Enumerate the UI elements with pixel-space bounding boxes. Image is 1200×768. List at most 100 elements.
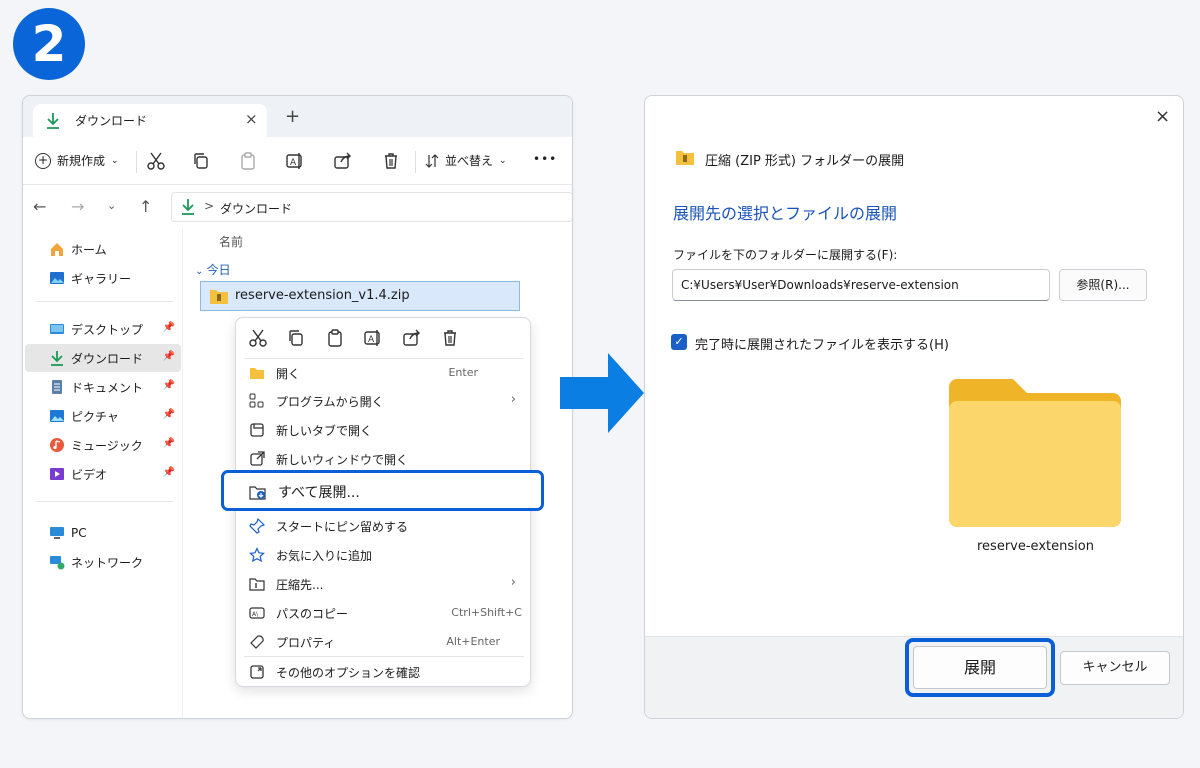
browse-button[interactable]: 参照(R)...: [1059, 269, 1147, 301]
step-number-badge: 2: [13, 8, 85, 80]
sidebar-item-label: ピクチャ: [71, 409, 119, 424]
recent-chevron-icon[interactable]: ⌄: [107, 199, 116, 212]
column-header-name[interactable]: 名前: [219, 233, 243, 250]
close-icon[interactable]: ×: [1155, 106, 1170, 127]
open-folder-icon: [250, 368, 264, 379]
sidebar-item-gallery[interactable]: ギャラリー: [25, 264, 181, 292]
download-icon: [182, 199, 194, 215]
network-icon: [50, 556, 65, 570]
cut-icon[interactable]: [146, 151, 166, 171]
address-bar[interactable]: > ダウンロード: [171, 192, 572, 222]
sidebar-item-label: PC: [71, 526, 87, 540]
paste-icon[interactable]: [238, 151, 258, 171]
destination-label: ファイルを下のフォルダーに展開する(F):: [673, 248, 898, 262]
more-options-button[interactable]: •••: [533, 152, 557, 166]
menu-item-open-new-window[interactable]: 新しいウィンドウで開く: [240, 445, 528, 473]
extract-all-icon: [249, 486, 266, 500]
delete-icon[interactable]: [381, 151, 401, 171]
sidebar-item-pc[interactable]: PC: [25, 519, 181, 547]
download-icon: [47, 113, 59, 129]
new-tab-button[interactable]: +: [285, 108, 300, 126]
menu-item-copy-path[interactable]: A\ パスのコピー Ctrl+Shift+C: [240, 599, 528, 627]
menu-item-open-new-tab[interactable]: 新しいタブで開く: [240, 416, 528, 444]
context-menu-quick-actions: A: [236, 318, 532, 358]
extract-button[interactable]: 展開: [913, 646, 1047, 689]
menu-item-label: プロパティ: [276, 636, 336, 650]
sidebar-item-pictures[interactable]: ピクチャ 📌: [25, 402, 181, 430]
new-button[interactable]: + 新規作成 ⌄: [35, 152, 119, 169]
menu-item-label: 圧縮先...: [276, 578, 324, 592]
sidebar-item-desktop[interactable]: デスクトップ 📌: [25, 315, 181, 343]
sidebar-item-downloads[interactable]: ダウンロード 📌: [25, 344, 181, 372]
sidebar-item-music[interactable]: ミュージック 📌: [25, 431, 181, 459]
svg-text:A\: A\: [252, 611, 259, 618]
sort-button[interactable]: 並べ替え ⌄: [425, 152, 507, 169]
rename-icon[interactable]: A: [363, 328, 383, 348]
menu-item-label: 新しいウィンドウで開く: [276, 453, 409, 467]
show-files-checkbox-label[interactable]: 完了時に展開されたファイルを表示する(H): [695, 334, 949, 353]
pin-icon: 📌: [162, 438, 175, 449]
pin-icon: 📌: [162, 351, 175, 362]
tab-label: ダウンロード: [75, 114, 148, 128]
file-row-zip[interactable]: reserve-extension_v1.4.zip: [200, 281, 520, 311]
sidebar-item-documents[interactable]: ドキュメント 📌: [25, 373, 181, 401]
svg-text:A: A: [290, 158, 297, 168]
sidebar-item-label: ネットワーク: [71, 555, 144, 570]
pc-icon: [50, 527, 64, 539]
tab-downloads[interactable]: ダウンロード ×: [33, 104, 267, 137]
sidebar-item-videos[interactable]: ビデオ 📌: [25, 460, 181, 488]
menu-item-properties[interactable]: プロパティ Alt+Enter: [240, 628, 528, 656]
more-options-icon: [250, 665, 264, 679]
paste-icon[interactable]: [325, 328, 345, 348]
sidebar-item-label: ホーム: [71, 242, 107, 257]
dialog-heading: 展開先の選択とファイルの展開: [673, 204, 898, 223]
breadcrumb[interactable]: ダウンロード: [220, 200, 292, 217]
sidebar-divider: [37, 501, 173, 502]
menu-item-extract-all[interactable]: すべて展開...: [221, 470, 544, 511]
chevron-right-icon: ›: [510, 392, 516, 407]
menu-item-label: その他のオプションを確認: [276, 666, 421, 680]
menu-item-more-options[interactable]: その他のオプションを確認: [240, 658, 528, 686]
menu-item-label: 開く: [276, 367, 301, 381]
up-arrow-icon[interactable]: ↑: [139, 197, 152, 216]
show-files-checkbox[interactable]: ✓: [671, 334, 687, 350]
gallery-icon: [50, 272, 64, 284]
menu-item-open[interactable]: 開く Enter: [240, 359, 528, 387]
sidebar-item-home[interactable]: ホーム: [25, 235, 181, 263]
group-header-today[interactable]: ⌄ 今日: [195, 261, 231, 278]
copy-icon[interactable]: [191, 151, 211, 171]
sidebar-item-network[interactable]: ネットワーク: [25, 548, 181, 576]
menu-item-compress-to[interactable]: 圧縮先... ›: [240, 570, 528, 598]
menu-item-label: すべて展開...: [278, 485, 360, 501]
toolbar-divider: [136, 151, 137, 173]
sort-icon: [425, 153, 439, 168]
cut-icon[interactable]: [248, 328, 268, 348]
menu-item-open-with[interactable]: プログラムから開く ›: [240, 387, 528, 415]
close-tab-icon[interactable]: ×: [245, 110, 258, 128]
folder-name: reserve-extension: [977, 539, 1094, 554]
forward-arrow-icon[interactable]: →: [71, 197, 84, 216]
copy-icon[interactable]: [286, 328, 306, 348]
pin-icon: [249, 518, 265, 534]
new-tab-icon: [250, 423, 264, 437]
extract-dialog: × 圧縮 (ZIP 形式) フォルダーの展開 展開先の選択とファイルの展開 ファ…: [644, 95, 1184, 719]
destination-path-input[interactable]: C:¥Users¥User¥Downloads¥reserve-extensio…: [672, 269, 1050, 301]
dialog-title: 圧縮 (ZIP 形式) フォルダーの展開: [705, 154, 905, 169]
back-arrow-icon[interactable]: ←: [33, 197, 46, 216]
delete-icon[interactable]: [440, 328, 460, 348]
svg-text:A: A: [368, 335, 375, 345]
plus-icon: +: [35, 152, 51, 169]
toolbar-divider: [415, 151, 416, 173]
menu-item-add-favorites[interactable]: お気に入りに追加: [240, 541, 528, 569]
video-icon: [50, 468, 64, 480]
tab-bar: ダウンロード × +: [23, 96, 572, 137]
new-window-icon: [250, 451, 265, 466]
menu-item-pin-start[interactable]: スタートにピン留めする: [240, 512, 528, 540]
right-arrow-icon: [560, 353, 644, 433]
share-icon[interactable]: [402, 328, 422, 348]
cancel-button[interactable]: キャンセル: [1060, 651, 1170, 685]
desktop-icon: [50, 324, 64, 334]
music-icon: [50, 438, 64, 452]
rename-icon[interactable]: A: [285, 151, 305, 171]
share-icon[interactable]: [333, 151, 353, 171]
